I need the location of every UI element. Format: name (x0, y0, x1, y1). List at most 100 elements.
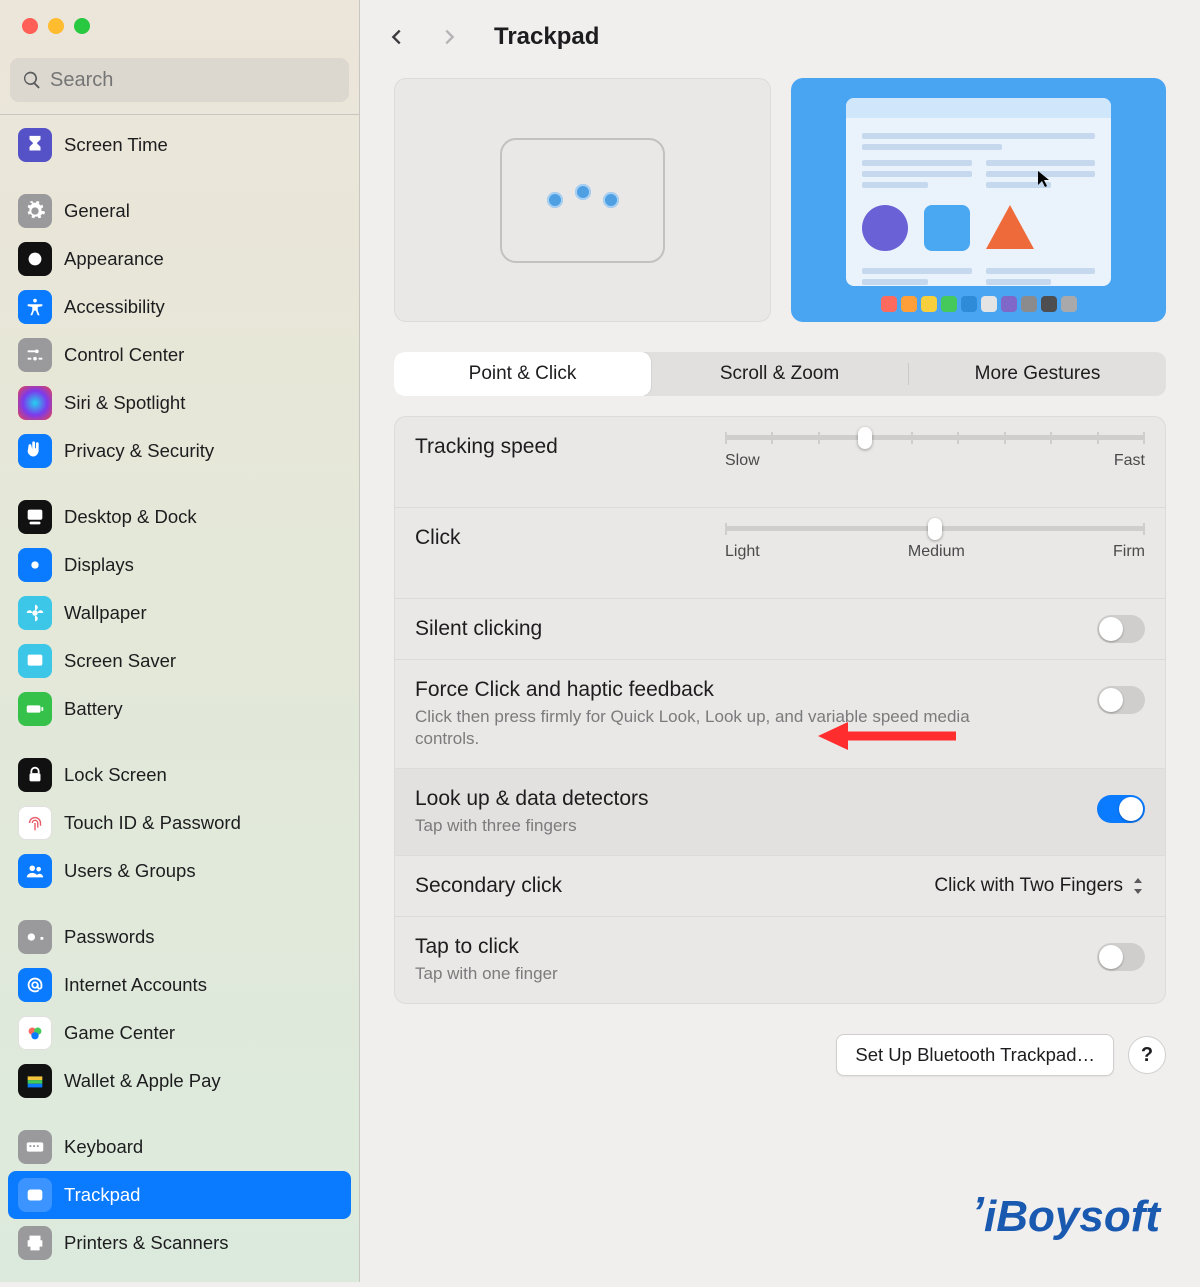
game-center-icon (18, 1016, 52, 1050)
sidebar-item-screen-time[interactable]: Screen Time (8, 121, 351, 169)
search-input[interactable] (10, 58, 349, 102)
sidebar-item-label: Trackpad (64, 1184, 140, 1206)
row-secondary-click: Secondary click Click with Two Fingers (395, 855, 1165, 916)
sidebar-item-desktop-dock[interactable]: Desktop & Dock (8, 493, 351, 541)
sidebar-item-keyboard[interactable]: Keyboard (8, 1123, 351, 1171)
sidebar-item-displays[interactable]: Displays (8, 541, 351, 589)
trackpad-shape (500, 138, 665, 263)
sidebar-item-screen-saver[interactable]: Screen Saver (8, 637, 351, 685)
sidebar-item-privacy-security[interactable]: Privacy & Security (8, 427, 351, 475)
sidebar-item-wallet-apple-pay[interactable]: Wallet & Apple Pay (8, 1057, 351, 1105)
row-title: Tap to click (415, 935, 1145, 959)
sidebar-item-label: Wallpaper (64, 602, 147, 624)
search-field[interactable] (50, 69, 337, 92)
row-description: Click then press firmly for Quick Look, … (415, 706, 1035, 750)
row-look-up: Look up & data detectors Tap with three … (395, 768, 1165, 855)
row-description: Tap with three fingers (415, 815, 1035, 837)
row-tracking-speed: Tracking speed Slow Fast (395, 417, 1165, 507)
flower-icon (18, 596, 52, 630)
slider-right-label: Firm (1113, 543, 1145, 561)
tab-scroll-zoom[interactable]: Scroll & Zoom (651, 352, 908, 396)
settings-panel: Tracking speed Slow Fast Click Light Med… (394, 416, 1166, 1004)
force-click-toggle[interactable] (1097, 686, 1145, 714)
sidebar-item-appearance[interactable]: Appearance (8, 235, 351, 283)
sidebar-item-label: Screen Saver (64, 650, 176, 672)
printer-icon (18, 1226, 52, 1260)
slider-max-label: Fast (1114, 452, 1145, 470)
sidebar-item-printers-scanners[interactable]: Printers & Scanners (8, 1219, 351, 1267)
button-label: Set Up Bluetooth Trackpad… (855, 1044, 1095, 1065)
look-up-toggle[interactable] (1097, 795, 1145, 823)
dock-icon (18, 500, 52, 534)
previews (360, 78, 1200, 322)
sidebar-item-passwords[interactable]: Passwords (8, 913, 351, 961)
keyboard-icon (18, 1130, 52, 1164)
tap-to-click-toggle[interactable] (1097, 943, 1145, 971)
sidebar-item-battery[interactable]: Battery (8, 685, 351, 733)
at-icon (18, 968, 52, 1002)
sidebar-item-trackpad[interactable]: Trackpad (8, 1171, 351, 1219)
sidebar-item-label: Siri & Spotlight (64, 392, 185, 414)
tracking-speed-slider[interactable]: Slow Fast (725, 435, 1145, 470)
sidebar-item-label: Privacy & Security (64, 440, 214, 462)
sidebar-item-general[interactable]: General (8, 187, 351, 235)
sidebar-item-touch-id[interactable]: Touch ID & Password (8, 799, 351, 847)
row-title: Look up & data detectors (415, 787, 1145, 811)
setup-bluetooth-button[interactable]: Set Up Bluetooth Trackpad… (836, 1034, 1114, 1076)
sidebar-item-label: Internet Accounts (64, 974, 207, 996)
hand-icon (18, 434, 52, 468)
users-icon (18, 854, 52, 888)
bottom-actions: Set Up Bluetooth Trackpad… ? (360, 1034, 1166, 1076)
gear-icon (18, 194, 52, 228)
sidebar-item-label: Battery (64, 698, 123, 720)
fingerprint-icon (18, 806, 52, 840)
sidebar-item-accessibility[interactable]: Accessibility (8, 283, 351, 331)
row-title: Force Click and haptic feedback (415, 678, 1145, 702)
secondary-click-popup[interactable]: Click with Two Fingers (934, 875, 1145, 897)
toolbar: Trackpad (360, 0, 1200, 78)
battery-icon (18, 692, 52, 726)
main: Trackpad (360, 0, 1200, 1282)
help-label: ? (1141, 1044, 1153, 1067)
slider-left-label: Light (725, 543, 760, 561)
sidebar: Screen Time General Appearance Accessibi… (0, 0, 360, 1282)
trackpad-icon (18, 1178, 52, 1212)
sidebar-item-label: Desktop & Dock (64, 506, 197, 528)
sidebar-item-siri-spotlight[interactable]: Siri & Spotlight (8, 379, 351, 427)
watermark: ʼiBoysoft (972, 1192, 1160, 1242)
sidebar-item-control-center[interactable]: Control Center (8, 331, 351, 379)
row-silent-clicking: Silent clicking (395, 598, 1165, 659)
accessibility-icon (18, 290, 52, 324)
back-button[interactable] (380, 20, 414, 54)
key-icon (18, 920, 52, 954)
sidebar-item-wallpaper[interactable]: Wallpaper (8, 589, 351, 637)
help-button[interactable]: ? (1128, 1036, 1166, 1074)
sidebar-item-game-center[interactable]: Game Center (8, 1009, 351, 1057)
sidebar-item-internet-accounts[interactable]: Internet Accounts (8, 961, 351, 1009)
brightness-icon (18, 548, 52, 582)
sidebar-item-label: Displays (64, 554, 134, 576)
forward-button (432, 20, 466, 54)
click-slider[interactable]: Light Medium Firm (725, 526, 1145, 561)
close-icon[interactable] (22, 18, 38, 34)
siri-icon (18, 386, 52, 420)
silent-clicking-toggle[interactable] (1097, 615, 1145, 643)
slider-mid-label: Medium (908, 543, 965, 561)
trackpad-gesture-preview (394, 78, 771, 322)
sliders-icon (18, 338, 52, 372)
zoom-icon[interactable] (74, 18, 90, 34)
row-click: Click Light Medium Firm (395, 507, 1165, 598)
popup-value: Click with Two Fingers (934, 875, 1123, 897)
chevron-left-icon (386, 26, 408, 48)
tab-more-gestures[interactable]: More Gestures (909, 352, 1166, 396)
sidebar-item-label: Screen Time (64, 134, 168, 156)
sidebar-item-label: Game Center (64, 1022, 175, 1044)
lock-icon (18, 758, 52, 792)
sidebar-item-lock-screen[interactable]: Lock Screen (8, 751, 351, 799)
wallet-icon (18, 1064, 52, 1098)
sidebar-item-users-groups[interactable]: Users & Groups (8, 847, 351, 895)
minimize-icon[interactable] (48, 18, 64, 34)
chevron-right-icon (438, 26, 460, 48)
tab-point-click[interactable]: Point & Click (394, 352, 651, 396)
sidebar-item-label: Lock Screen (64, 764, 167, 786)
